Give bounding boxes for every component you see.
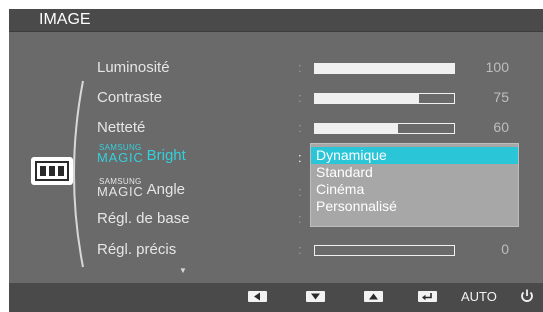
down-arrow-key-icon[interactable]	[306, 291, 325, 302]
contraste-value: 75	[493, 89, 509, 105]
power-icon[interactable]	[520, 288, 534, 309]
magic-bright-dropdown[interactable]: Dynamique Standard Cinéma Personnalisé	[310, 143, 519, 227]
menu-item-magic-bright[interactable]: SAMSUNG MAGIC Bright	[97, 143, 186, 164]
regl-precis-slider[interactable]	[314, 245, 455, 256]
separator-colon: :	[298, 60, 302, 75]
separator-colon: :	[298, 211, 302, 226]
menu-item-label: Contraste	[97, 89, 163, 106]
enter-key-icon[interactable]	[418, 291, 437, 302]
nettete-value: 60	[493, 119, 509, 135]
separator-colon: :	[298, 90, 302, 105]
menu-item-label: Régl. de base	[97, 210, 190, 227]
menu-item-regl-de-base[interactable]: Régl. de base	[97, 210, 190, 227]
auto-button[interactable]: AUTO	[461, 289, 497, 304]
luminosite-value: 100	[485, 59, 509, 75]
up-arrow-key-icon[interactable]	[364, 291, 383, 302]
samsung-magic-logo: SAMSUNG MAGIC	[97, 143, 144, 165]
slider-fill	[315, 124, 399, 133]
menu-item-regl-precis[interactable]: Régl. précis	[97, 241, 176, 258]
separator-colon: :	[298, 120, 302, 135]
dropdown-option-standard[interactable]: Standard	[311, 164, 518, 181]
slider-fill	[315, 64, 454, 73]
osd-window: IMAGE Luminosité : 100 Contraste : 75 Ne…	[9, 9, 543, 312]
separator-colon: :	[298, 184, 302, 199]
picture-menu-icon[interactable]	[31, 157, 73, 185]
dropdown-option-dynamique[interactable]: Dynamique	[311, 147, 518, 164]
title-bar: IMAGE	[9, 9, 543, 32]
samsung-magic-logo: SAMSUNG MAGIC	[97, 177, 144, 199]
separator-colon: :	[298, 150, 302, 165]
menu-item-label: Régl. précis	[97, 241, 177, 258]
menu-item-label: Angle	[146, 181, 185, 198]
dropdown-option-personnalise[interactable]: Personnalisé	[311, 198, 518, 215]
menu-item-label: Luminosité	[97, 59, 170, 76]
scroll-down-icon[interactable]: ▼	[179, 266, 187, 275]
dropdown-option-cinema[interactable]: Cinéma	[311, 181, 518, 198]
menu-item-label: Bright	[146, 147, 186, 164]
regl-precis-value: 0	[501, 241, 509, 257]
nettete-slider[interactable]	[314, 123, 455, 134]
menu-item-nettete[interactable]: Netteté	[97, 119, 145, 136]
contraste-slider[interactable]	[314, 93, 455, 104]
menu-title: IMAGE	[39, 11, 91, 28]
menu-item-magic-angle[interactable]: SAMSUNG MAGIC Angle	[97, 177, 185, 198]
menu-item-label: Netteté	[97, 119, 146, 136]
left-arrow-key-icon[interactable]	[248, 291, 267, 302]
luminosite-slider[interactable]	[314, 63, 455, 74]
separator-colon: :	[298, 242, 302, 257]
menu-item-luminosite[interactable]: Luminosité	[97, 59, 170, 76]
menu-item-contraste[interactable]: Contraste	[97, 89, 162, 106]
slider-fill	[315, 94, 420, 103]
control-bar: AUTO	[9, 283, 543, 312]
